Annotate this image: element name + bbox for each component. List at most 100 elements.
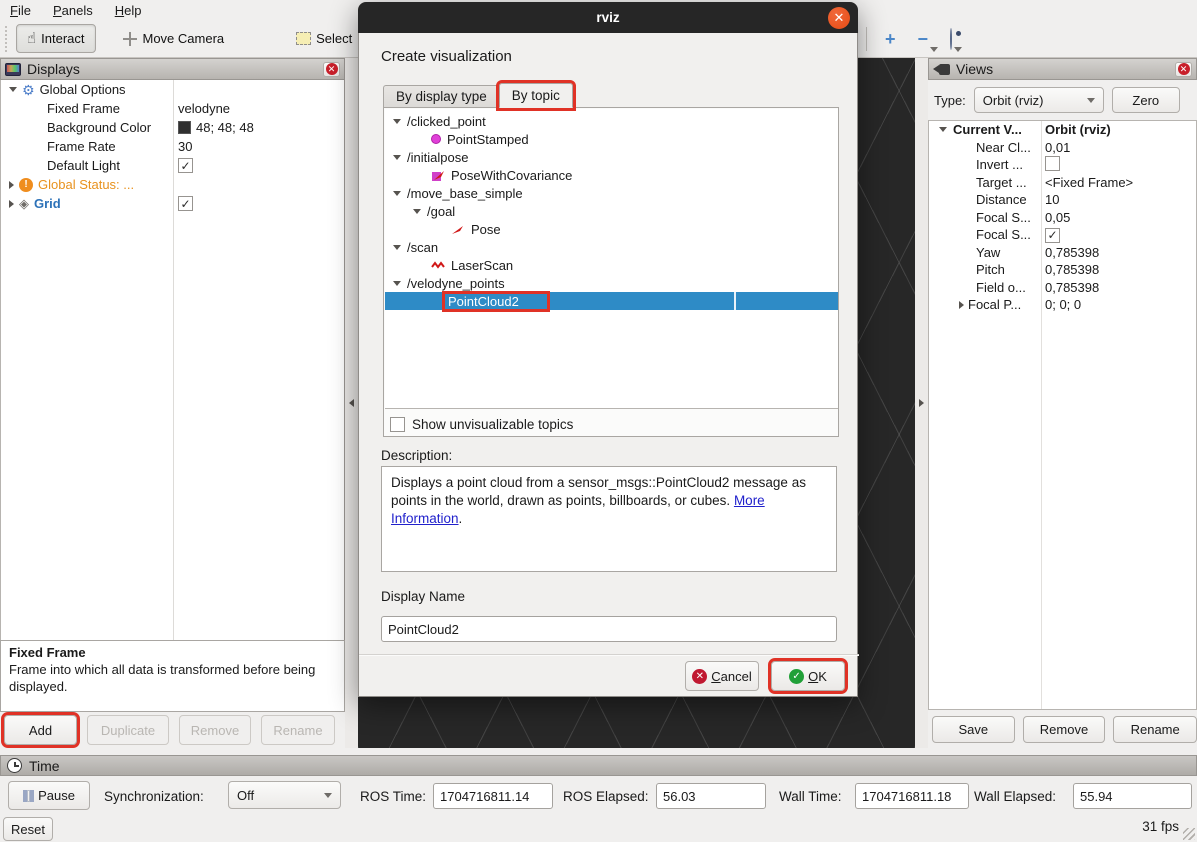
view-property-value-cell[interactable]: 0,785398 [1041, 262, 1099, 277]
displays-tree-row[interactable]: !Global Status: ... [1, 175, 344, 194]
views-tree-row[interactable]: Target ...<Fixed Frame> [929, 174, 1196, 192]
displays-tree-row[interactable]: Default Light [1, 156, 344, 175]
displays-tree[interactable]: ⚙Global OptionsFixed FramevelodyneBackgr… [0, 80, 345, 640]
remove-tool-button[interactable]: − [914, 28, 933, 50]
views-tree-row[interactable]: Distance10 [929, 191, 1196, 209]
rename-view-button[interactable]: Rename [1113, 716, 1197, 743]
topic-tree-row[interactable]: /move_base_simple [385, 184, 838, 202]
ros-time-field[interactable]: 1704716811.14 [433, 783, 553, 809]
property-value-cell[interactable] [173, 196, 193, 211]
select-tool-button[interactable]: Select [286, 24, 362, 53]
dialog-titlebar[interactable]: rviz ✕ [358, 2, 858, 33]
cancel-button[interactable]: ✕Cancel [685, 661, 759, 691]
view-property-value-cell[interactable]: 0,785398 [1041, 280, 1099, 295]
views-tree-row[interactable]: Near Cl...0,01 [929, 139, 1196, 157]
view-property-value-cell[interactable]: Orbit (rviz) [1041, 122, 1111, 137]
menu-panels[interactable]: Panels [53, 3, 93, 18]
add-display-button[interactable]: Add [4, 715, 77, 745]
topic-tree-row[interactable]: PointStamped [385, 130, 838, 148]
zero-button[interactable]: Zero [1112, 87, 1180, 113]
topic-tree-row[interactable]: /scan [385, 238, 838, 256]
property-value-cell[interactable]: velodyne [173, 101, 230, 116]
topic-tree-row[interactable]: PoseWithCovariance [385, 166, 838, 184]
checkbox[interactable] [1045, 228, 1060, 243]
column-divider[interactable] [1041, 121, 1042, 709]
save-view-button[interactable]: Save [932, 716, 1015, 743]
topic-tree-row[interactable]: LaserScan [385, 256, 838, 274]
add-tool-button[interactable]: + [881, 28, 900, 50]
expanded-arrow-icon[interactable] [393, 191, 401, 196]
synchronization-combobox[interactable]: Off [228, 781, 341, 809]
topic-tree-row[interactable]: /goal [385, 202, 838, 220]
views-tree[interactable]: Current V...Orbit (rviz)Near Cl...0,01In… [928, 120, 1197, 710]
dialog-close-button[interactable]: ✕ [828, 7, 850, 29]
expanded-arrow-icon[interactable] [393, 245, 401, 250]
menu-file[interactable]: File [10, 3, 31, 18]
view-property-value-cell[interactable]: 0,01 [1041, 140, 1070, 155]
views-close-button[interactable]: ✕ [1175, 62, 1192, 77]
view-property-value-cell[interactable]: 0,05 [1041, 210, 1070, 225]
view-property-value-cell[interactable]: <Fixed Frame> [1041, 175, 1133, 190]
displays-panel-header[interactable]: Displays ✕ [0, 58, 345, 80]
reset-button[interactable]: Reset [3, 817, 53, 841]
displays-tree-row[interactable]: Fixed Framevelodyne [1, 99, 344, 118]
left-splitter-handle[interactable] [345, 58, 358, 748]
collapsed-arrow-icon[interactable] [9, 200, 14, 208]
expanded-arrow-icon[interactable] [393, 155, 401, 160]
view-property-value-cell[interactable] [1041, 227, 1060, 243]
views-tree-row[interactable]: Field o...0,785398 [929, 279, 1196, 297]
views-tree-row[interactable]: Focal S... [929, 226, 1196, 244]
topic-tree-row[interactable]: /velodyne_points [385, 274, 838, 292]
displays-tree-row[interactable]: Frame Rate30 [1, 137, 344, 156]
views-tree-row[interactable]: Invert ... [929, 156, 1196, 174]
display-name-input[interactable]: PointCloud2 [381, 616, 837, 642]
property-value-cell[interactable] [173, 158, 193, 173]
remove-view-button[interactable]: Remove [1023, 716, 1106, 743]
expanded-arrow-icon[interactable] [939, 127, 947, 132]
view-property-value-cell[interactable] [1041, 156, 1060, 174]
view-property-value-cell[interactable]: 0,785398 [1041, 245, 1099, 260]
checkbox[interactable] [178, 196, 193, 211]
topic-tree-row-selected[interactable]: PointCloud2 [385, 292, 838, 310]
tab-by-display-type[interactable]: By display type [383, 85, 499, 108]
displays-close-button[interactable]: ✕ [323, 62, 340, 77]
views-tree-row[interactable]: Current V...Orbit (rviz) [929, 121, 1196, 139]
topic-tree[interactable]: /clicked_pointPointStamped/initialposePo… [385, 109, 838, 409]
interact-tool-button[interactable]: ☝ Interact [16, 24, 96, 53]
expanded-arrow-icon[interactable] [393, 119, 401, 124]
expanded-arrow-icon[interactable] [393, 281, 401, 286]
tab-by-topic[interactable]: By topic [499, 83, 573, 108]
displays-tree-row[interactable]: Background Color48; 48; 48 [1, 118, 344, 137]
collapsed-arrow-icon[interactable] [9, 181, 14, 189]
views-tree-row[interactable]: Focal P...0; 0; 0 [929, 296, 1196, 314]
move-camera-tool-button[interactable]: Move Camera [112, 24, 235, 53]
ros-elapsed-field[interactable]: 56.03 [656, 783, 766, 809]
wall-time-field[interactable]: 1704716811.18 [855, 783, 969, 809]
topic-tree-row[interactable]: /initialpose [385, 148, 838, 166]
views-tree-row[interactable]: Pitch0,785398 [929, 261, 1196, 279]
expanded-arrow-icon[interactable] [9, 87, 17, 92]
duplicate-display-button[interactable]: Duplicate [87, 715, 169, 745]
topic-tree-row[interactable]: Pose [385, 220, 838, 238]
toolbar-drag-handle[interactable] [4, 26, 12, 52]
show-unvisualizable-checkbox[interactable] [390, 417, 405, 432]
property-value-cell[interactable]: 30 [173, 139, 192, 154]
view-property-value-cell[interactable]: 10 [1041, 192, 1059, 207]
checkbox[interactable] [1045, 156, 1060, 171]
ok-button[interactable]: ✓OK [771, 661, 845, 691]
wall-elapsed-field[interactable]: 55.94 [1073, 783, 1192, 809]
menu-help[interactable]: Help [115, 3, 142, 18]
right-splitter-handle[interactable] [915, 58, 928, 748]
views-tree-row[interactable]: Focal S...0,05 [929, 209, 1196, 227]
displays-tree-row[interactable]: ◈Grid [1, 194, 344, 213]
rename-display-button[interactable]: Rename [261, 715, 335, 745]
resize-grip[interactable] [1183, 828, 1195, 840]
checkbox[interactable] [178, 158, 193, 173]
collapsed-arrow-icon[interactable] [959, 301, 964, 309]
property-value-cell[interactable]: 48; 48; 48 [173, 120, 254, 135]
displays-tree-row[interactable]: ⚙Global Options [1, 80, 344, 99]
view-type-combobox[interactable]: Orbit (rviz) [974, 87, 1104, 113]
expanded-arrow-icon[interactable] [413, 209, 421, 214]
views-tree-row[interactable]: Yaw0,785398 [929, 244, 1196, 262]
view-property-value-cell[interactable]: 0; 0; 0 [1041, 297, 1081, 312]
